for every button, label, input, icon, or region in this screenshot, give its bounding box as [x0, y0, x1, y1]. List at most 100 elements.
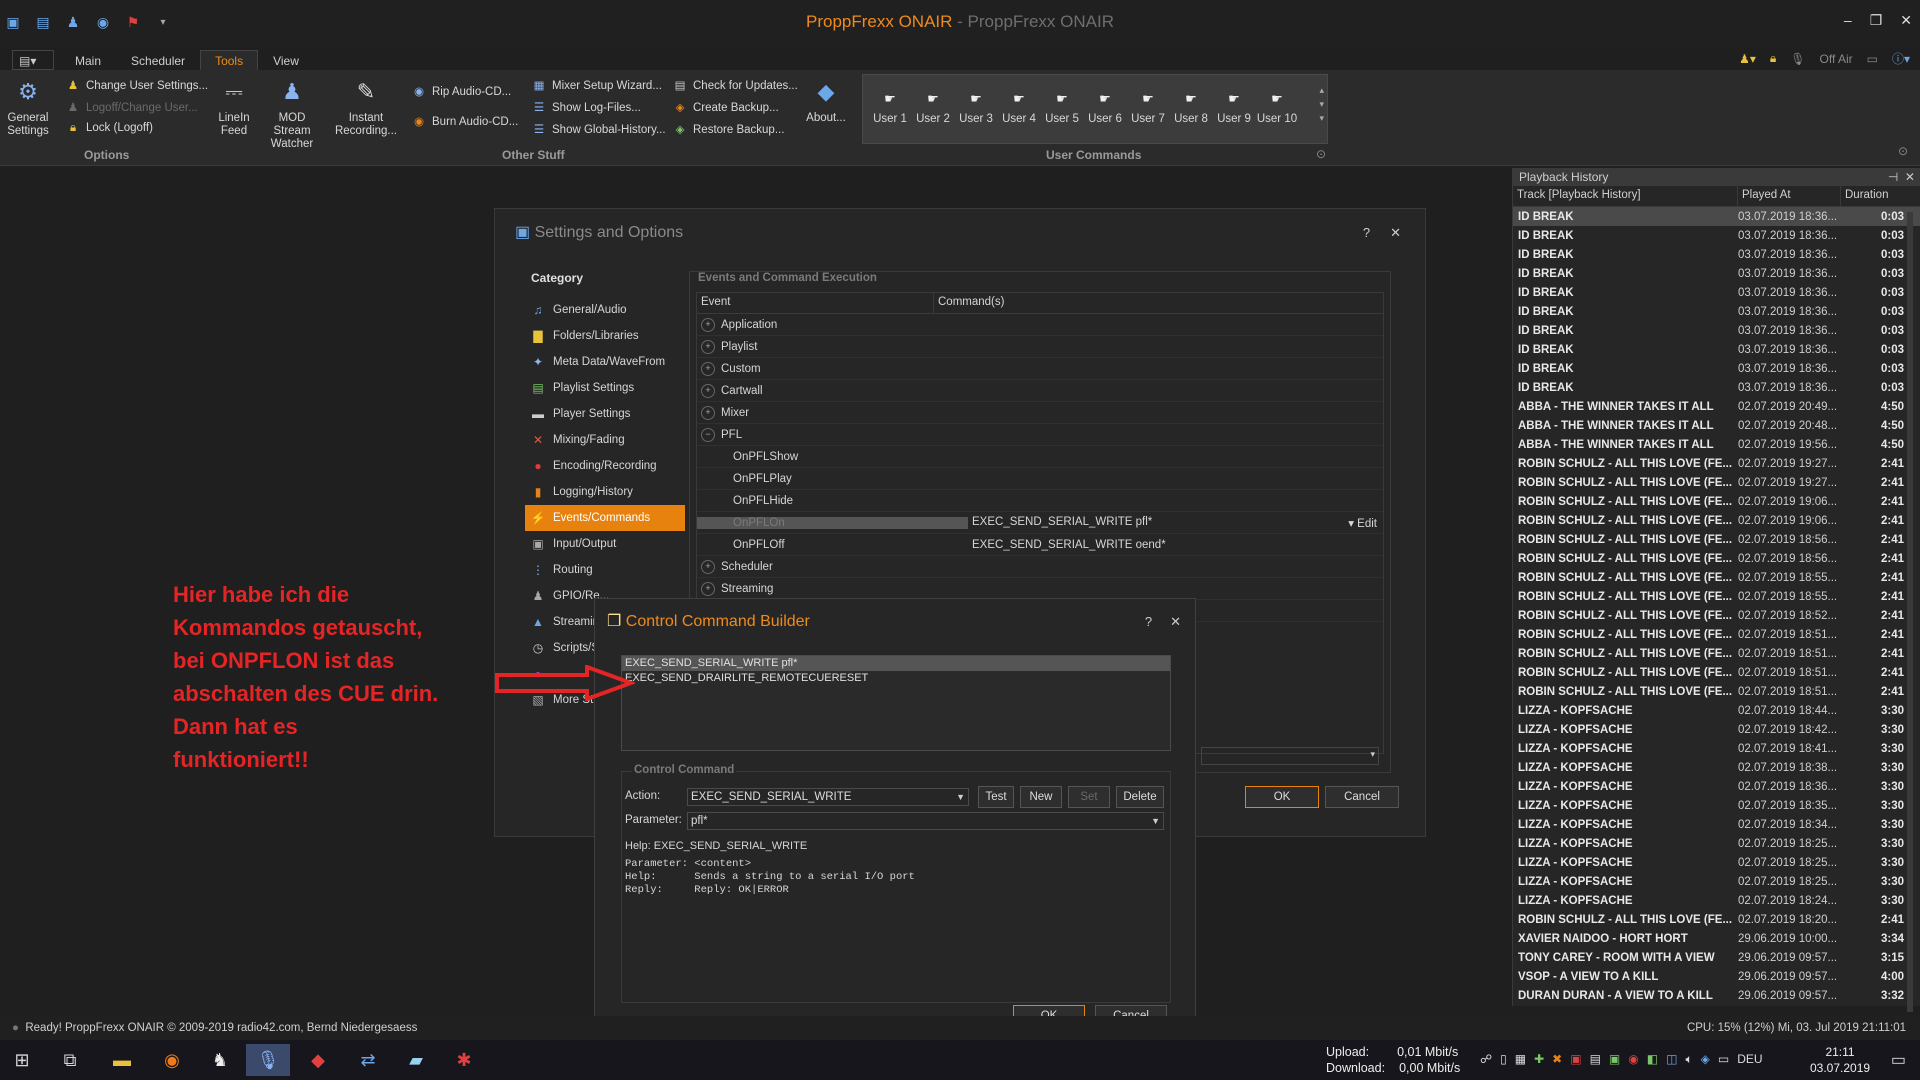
tray-app-icon[interactable]: ◧	[1647, 1052, 1658, 1067]
event-row[interactable]: − PFL	[697, 424, 1383, 446]
history-row[interactable]: XAVIER NAIDOO - HÖRT HÖRT 29.06.2019 10:0…	[1513, 929, 1920, 948]
show-global-history-button[interactable]: ☰ Show Global-History...	[532, 122, 666, 136]
category-item[interactable]: ✕ Mixing/Fading	[525, 427, 685, 453]
history-row[interactable]: ROBIN SCHULZ - ALL THIS LOVE (FE... 02.07…	[1513, 454, 1920, 473]
history-row[interactable]: ROBIN SCHULZ - ALL THIS LOVE (FE... 02.07…	[1513, 606, 1920, 625]
category-item[interactable]: ⚡ Events/Commands	[525, 505, 685, 531]
ccb-close-button[interactable]: ✕	[1170, 614, 1181, 630]
history-row[interactable]: LIZZA - KOPFSACHE 02.07.2019 18:25... 3:30	[1513, 853, 1920, 872]
collapse-group-icon[interactable]: ⊙	[1316, 147, 1326, 161]
category-item[interactable]: ♫ General/Audio	[525, 297, 685, 323]
help-icon[interactable]: ⓘ▾	[1892, 50, 1910, 67]
delete-button[interactable]: Delete	[1116, 786, 1164, 808]
volume-icon[interactable]: 🔈︎	[1685, 1052, 1692, 1067]
event-row[interactable]: OnPFLOn EXEC_SEND_SERIAL_WRITE pfl* ▾ Edit	[697, 512, 1383, 534]
column-track[interactable]: Track [Playback History]	[1513, 186, 1738, 206]
event-row[interactable]: OnPFLShow	[697, 446, 1383, 468]
edit-command-button[interactable]: ▾ Edit	[1342, 516, 1383, 530]
history-row[interactable]: LIZZA - KOPFSACHE 02.07.2019 18:25... 3:30	[1513, 872, 1920, 891]
history-row[interactable]: ROBIN SCHULZ - ALL THIS LOVE (FE... 02.07…	[1513, 663, 1920, 682]
anydesk-icon[interactable]: ◆	[296, 1044, 340, 1076]
history-row[interactable]: ROBIN SCHULZ - ALL THIS LOVE (FE... 02.07…	[1513, 910, 1920, 929]
playback-history-scrollbar[interactable]	[1907, 212, 1913, 1012]
usb-icon[interactable]: ▯	[1500, 1052, 1507, 1067]
user-command-button-5[interactable]: ☛ User 5	[1041, 91, 1083, 125]
check-for-updates-button[interactable]: ▤ Check for Updates...	[673, 78, 798, 92]
pin-close-icons[interactable]: ⊣ ✕	[1888, 170, 1915, 184]
user-command-button-10[interactable]: ☛ User 10	[1256, 91, 1298, 125]
mod-stream-watcher-button[interactable]: ♟ MOD Stream Watcher	[260, 76, 324, 151]
app-menu-button[interactable]: ▤▾	[12, 50, 54, 70]
expand-icon[interactable]: +	[701, 383, 715, 398]
history-row[interactable]: ID BREAK 03.07.2019 18:36... 0:03	[1513, 321, 1920, 340]
history-row[interactable]: ROBIN SCHULZ - ALL THIS LOVE (FE... 02.07…	[1513, 511, 1920, 530]
chrome-icon[interactable]: ◉	[1628, 1052, 1638, 1067]
wifi-icon[interactable]: ▭	[1718, 1052, 1729, 1067]
history-row[interactable]: ID BREAK 03.07.2019 18:36... 0:03	[1513, 378, 1920, 397]
new-button[interactable]: New	[1020, 786, 1062, 808]
parameter-input[interactable]: pfl* ▼	[687, 812, 1164, 830]
history-row[interactable]: ID BREAK 03.07.2019 18:36... 0:03	[1513, 245, 1920, 264]
history-row[interactable]: ID BREAK 03.07.2019 18:36... 0:03	[1513, 226, 1920, 245]
event-row[interactable]: + Custom	[697, 358, 1383, 380]
history-row[interactable]: ROBIN SCHULZ - ALL THIS LOVE (FE... 02.07…	[1513, 625, 1920, 644]
history-row[interactable]: LIZZA - KOPFSACHE 02.07.2019 18:36... 3:30	[1513, 777, 1920, 796]
history-row[interactable]: LIZZA - KOPFSACHE 02.07.2019 18:42... 3:30	[1513, 720, 1920, 739]
logoff-change-user-button[interactable]: ♟ Logoff/Change User...	[66, 100, 198, 114]
category-item[interactable]: ▇ Folders/Libraries	[525, 323, 685, 349]
create-backup-button[interactable]: ◈ Create Backup...	[673, 100, 779, 114]
history-row[interactable]: ID BREAK 03.07.2019 18:36... 0:03	[1513, 207, 1920, 226]
tab-main[interactable]: Main	[60, 50, 116, 70]
lock-icon[interactable]: 🔒︎	[1770, 51, 1776, 66]
expand-icon[interactable]: +	[701, 361, 715, 376]
tab-scheduler[interactable]: Scheduler	[116, 50, 200, 70]
burn-audio-cd-button[interactable]: ◉ Burn Audio-CD...	[412, 114, 518, 128]
about-button[interactable]: ◆ About...	[800, 76, 852, 125]
user-command-button-4[interactable]: ☛ User 4	[998, 91, 1040, 125]
tab-view[interactable]: View	[258, 50, 314, 70]
column-event[interactable]: Event	[697, 293, 934, 313]
history-row[interactable]: ID BREAK 03.07.2019 18:36... 0:03	[1513, 359, 1920, 378]
history-row[interactable]: ROBIN SCHULZ - ALL THIS LOVE (FE... 02.07…	[1513, 568, 1920, 587]
proppfrexx-taskbar-icon[interactable]: 🎙︎	[246, 1044, 290, 1076]
event-row[interactable]: + Mixer	[697, 402, 1383, 424]
history-row[interactable]: ROBIN SCHULZ - ALL THIS LOVE (FE... 02.07…	[1513, 587, 1920, 606]
tray-app-icon[interactable]: ▤	[1590, 1052, 1601, 1067]
file-explorer-icon[interactable]: ▬	[100, 1044, 144, 1076]
history-row[interactable]: LIZZA - KOPFSACHE 02.07.2019 18:34... 3:30	[1513, 815, 1920, 834]
clock[interactable]: 21:11 03.07.2019	[1810, 1044, 1870, 1076]
monitor-icon[interactable]: ▭	[1867, 52, 1878, 66]
event-row[interactable]: + Streaming	[697, 578, 1383, 600]
event-row[interactable]: + Cartwall	[697, 380, 1383, 402]
windows-start-icon[interactable]: ⊞	[0, 1044, 44, 1076]
set-button[interactable]: Set	[1068, 786, 1110, 808]
test-button[interactable]: Test	[978, 786, 1014, 808]
settings-help-button[interactable]: ?	[1363, 225, 1370, 241]
history-row[interactable]: ROBIN SCHULZ - ALL THIS LOVE (FE... 02.07…	[1513, 644, 1920, 663]
history-row[interactable]: ID BREAK 03.07.2019 18:36... 0:03	[1513, 302, 1920, 321]
lock-logoff-button[interactable]: 🔒︎ Lock (Logoff)	[66, 122, 153, 135]
linein-feed-button[interactable]: ⎓ LineIn Feed	[214, 76, 254, 138]
history-row[interactable]: LIZZA - KOPFSACHE 02.07.2019 18:44... 3:30	[1513, 701, 1920, 720]
history-row[interactable]: ID BREAK 03.07.2019 18:36... 0:03	[1513, 283, 1920, 302]
history-row[interactable]: ROBIN SCHULZ - ALL THIS LOVE (FE... 02.07…	[1513, 682, 1920, 701]
instant-recording-button[interactable]: ✎ Instant Recording...	[334, 76, 398, 138]
expand-icon[interactable]: +	[701, 339, 715, 354]
event-row[interactable]: OnPFLPlay	[697, 468, 1383, 490]
user-command-button-7[interactable]: ☛ User 7	[1127, 91, 1169, 125]
restore-backup-button[interactable]: ◈ Restore Backup...	[673, 122, 785, 136]
history-row[interactable]: ABBA - THE WINNER TAKES IT ALL 02.07.2019…	[1513, 416, 1920, 435]
history-row[interactable]: VSOP - A VIEW TO A KILL 29.06.2019 09:57.…	[1513, 967, 1920, 986]
expand-icon[interactable]: +	[701, 581, 715, 596]
column-played-at[interactable]: Played At	[1738, 186, 1841, 206]
language-indicator[interactable]: DEU	[1737, 1052, 1762, 1067]
history-row[interactable]: ROBIN SCHULZ - ALL THIS LOVE (FE... 02.07…	[1513, 549, 1920, 568]
category-item[interactable]: ▬ Player Settings	[525, 401, 685, 427]
column-commands[interactable]: Command(s)	[934, 293, 1383, 313]
history-row[interactable]: ABBA - THE WINNER TAKES IT ALL 02.07.2019…	[1513, 435, 1920, 454]
event-row[interactable]: + Scheduler	[697, 556, 1383, 578]
column-duration[interactable]: Duration	[1841, 186, 1909, 206]
rip-audio-cd-button[interactable]: ◉ Rip Audio-CD...	[412, 84, 511, 98]
network-icon[interactable]: ☍	[1480, 1052, 1492, 1067]
notifications-icon[interactable]: ▭	[1891, 1050, 1906, 1070]
